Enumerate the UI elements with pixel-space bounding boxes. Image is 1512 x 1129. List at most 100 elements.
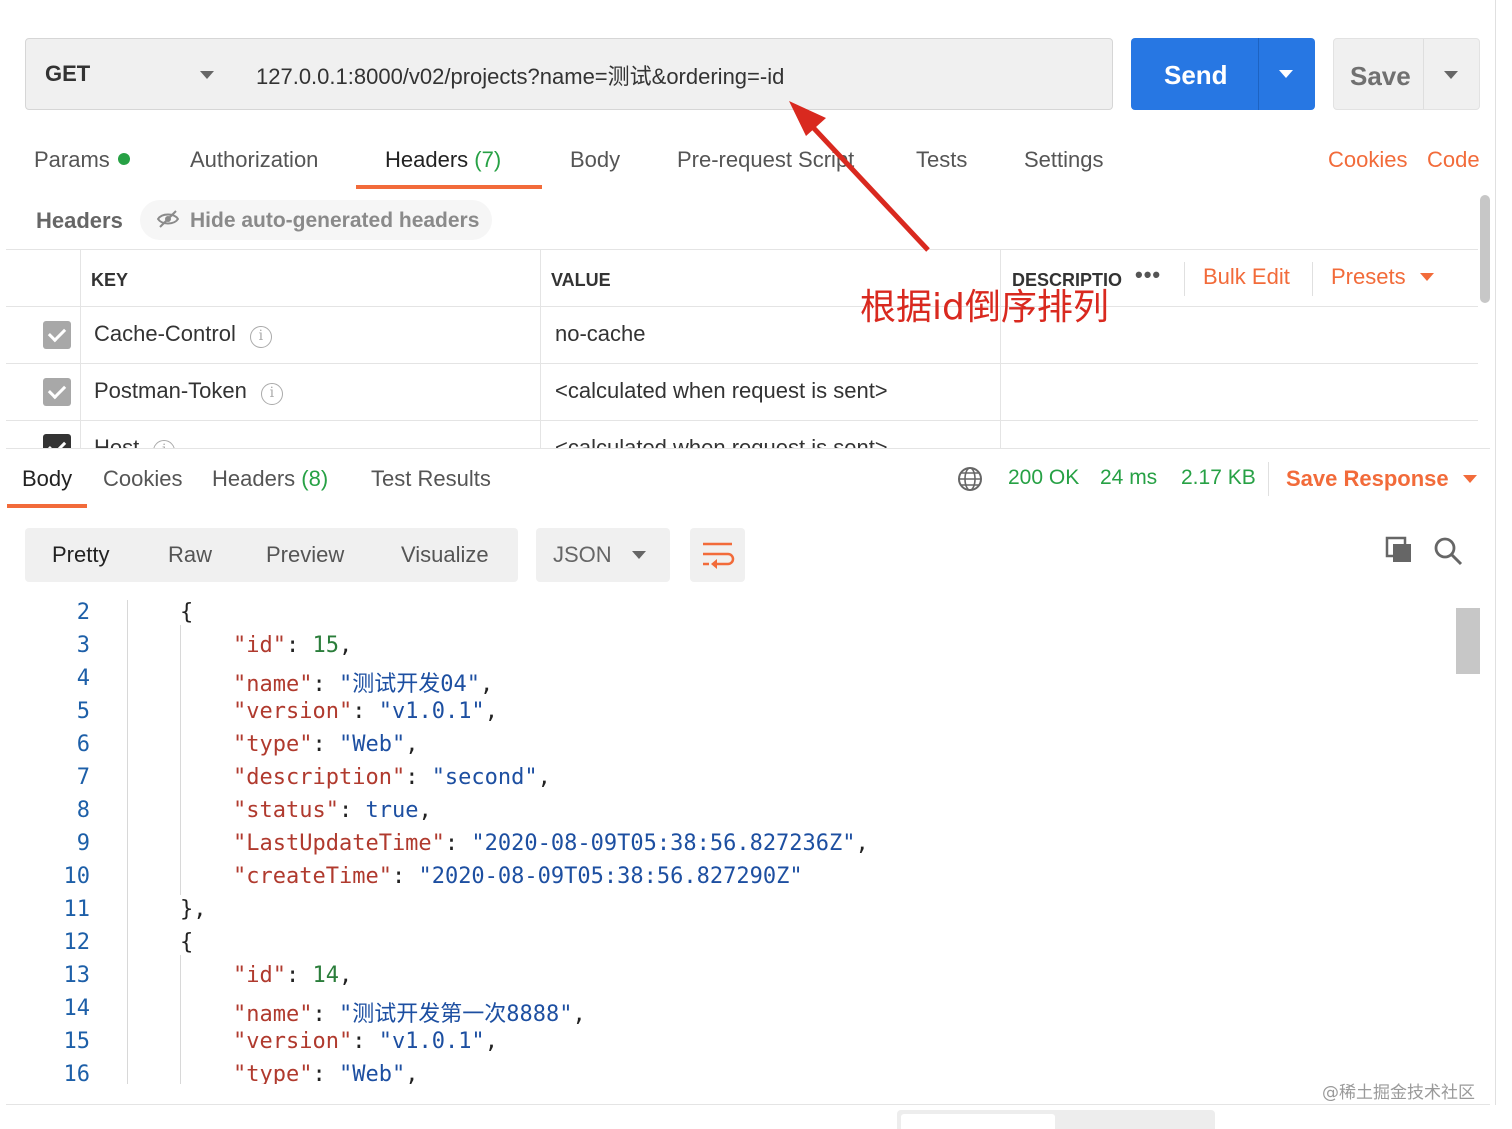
code-line: "type": "Web", <box>233 1062 418 1084</box>
active-tab-indicator <box>356 185 542 189</box>
tab-label: Tests <box>916 147 968 172</box>
json-value: "2020-08-09T05:38:56.827236Z" <box>471 831 856 856</box>
method-select[interactable]: GET <box>25 38 237 110</box>
table-row[interactable]: Host i <calculated when request is sent> <box>6 421 1478 448</box>
chevron-down-icon <box>632 551 646 559</box>
format-label: JSON <box>553 542 612 567</box>
json-key: "description" <box>233 765 406 790</box>
tab-label: Settings <box>1024 147 1104 172</box>
view-raw[interactable]: Raw <box>168 542 212 568</box>
code-line: "id": 15, <box>233 633 353 658</box>
search-icon[interactable] <box>1433 536 1463 566</box>
response-tab-body[interactable]: Body <box>22 466 72 492</box>
send-divider <box>1258 38 1259 110</box>
cookies-link[interactable]: Cookies <box>1328 147 1407 173</box>
line-number: 11 <box>63 897 91 922</box>
tab-count: (8) <box>301 466 329 491</box>
json-value: "v1.0.1" <box>378 699 485 724</box>
line-number: 3 <box>76 633 90 658</box>
tab-headers[interactable]: Headers (7) <box>385 147 501 173</box>
response-size[interactable]: 2.17 KB <box>1181 466 1256 490</box>
scrollbar-thumb[interactable] <box>1456 608 1480 674</box>
json-key: "LastUpdateTime" <box>233 831 445 856</box>
code-scrollbar[interactable] <box>1456 600 1480 1084</box>
chevron-down-icon[interactable] <box>1279 70 1293 78</box>
header-value[interactable]: <calculated when request is sent> <box>555 378 888 404</box>
table-row[interactable]: Cache-Control i no-cache <box>6 307 1478 364</box>
chevron-down-icon[interactable] <box>1444 71 1458 79</box>
response-tab-test-results[interactable]: Test Results <box>371 466 491 492</box>
json-value: "测试开发第一次8888" <box>338 1002 573 1027</box>
row-checkbox[interactable] <box>43 321 71 349</box>
json-key: "createTime" <box>233 864 392 889</box>
header-key-text: Postman-Token <box>94 378 247 403</box>
row-checkbox[interactable] <box>43 378 71 406</box>
header-value[interactable]: <calculated when request is sent> <box>555 435 888 448</box>
code-line: "type": "Web", <box>233 732 419 757</box>
json-value: "Web" <box>338 732 406 757</box>
send-button[interactable]: Send <box>1131 38 1315 110</box>
info-icon[interactable]: i <box>249 326 272 348</box>
line-number: 16 <box>63 1062 91 1084</box>
header-key: Postman-Token i <box>94 378 283 405</box>
response-tab-headers[interactable]: Headers (8) <box>212 466 328 492</box>
more-options-icon[interactable]: ••• <box>1135 262 1161 288</box>
build-toggle-active[interactable] <box>901 1114 1055 1129</box>
globe-icon[interactable] <box>957 466 983 492</box>
url-input[interactable]: 127.0.0.1:8000/v02/projects?name=测试&orde… <box>236 38 1113 110</box>
save-button[interactable]: Save <box>1333 38 1480 110</box>
tab-settings[interactable]: Settings <box>1024 147 1104 173</box>
response-body-viewer[interactable]: 2 3 4 5 6 7 8 9 10 11 12 13 14 15 16 { "… <box>25 600 1455 1084</box>
tab-pre-request-script[interactable]: Pre-request Script <box>677 147 854 173</box>
save-response-dropdown[interactable]: Save Response <box>1286 466 1477 492</box>
code-line: "name": "测试开发第一次8888", <box>233 1002 586 1027</box>
json-value: 14 <box>312 963 339 988</box>
gutter-divider <box>127 600 128 1084</box>
tab-authorization[interactable]: Authorization <box>190 147 318 173</box>
build-browse-toggle[interactable] <box>897 1110 1215 1129</box>
line-number: 10 <box>63 864 91 889</box>
code-link[interactable]: Code <box>1427 147 1480 173</box>
line-number: 14 <box>63 996 91 1021</box>
tab-label: Headers <box>212 466 296 491</box>
tab-params[interactable]: Params <box>34 147 130 173</box>
headers-scrollbar[interactable] <box>1480 195 1490 303</box>
json-value: "测试开发04" <box>338 672 480 697</box>
json-brace: }, <box>180 897 207 922</box>
header-value[interactable]: no-cache <box>555 321 646 347</box>
presets-dropdown[interactable]: Presets <box>1331 264 1434 290</box>
json-key: "type" <box>233 1062 313 1084</box>
json-key: "id" <box>233 633 286 658</box>
wrap-lines-button[interactable] <box>690 528 745 582</box>
hide-auto-generated-button[interactable]: Hide auto-generated headers <box>140 200 492 240</box>
tab-label: Authorization <box>190 147 319 172</box>
column-key: KEY <box>91 270 129 290</box>
tab-body[interactable]: Body <box>570 147 620 173</box>
tab-label: Body <box>570 147 621 172</box>
view-pretty[interactable]: Pretty <box>52 542 109 568</box>
indent-guide <box>180 955 181 1084</box>
response-tab-cookies[interactable]: Cookies <box>103 466 182 492</box>
bulk-edit-link[interactable]: Bulk Edit <box>1203 264 1290 290</box>
column-value: VALUE <box>551 270 611 290</box>
info-icon[interactable]: i <box>153 440 176 448</box>
json-key: "name" <box>233 672 313 697</box>
copy-icon[interactable] <box>1385 536 1413 564</box>
table-row[interactable]: Postman-Token i <calculated when request … <box>6 364 1478 421</box>
view-visualize[interactable]: Visualize <box>401 542 489 568</box>
tab-label: Pre-request Script <box>677 147 855 172</box>
row-checkbox[interactable] <box>43 434 71 448</box>
header-key: Host i <box>94 435 176 448</box>
chevron-down-icon <box>1462 475 1477 483</box>
status-code[interactable]: 200 OK <box>1008 466 1079 490</box>
line-number: 15 <box>63 1029 91 1054</box>
status-bar <box>6 1104 1490 1129</box>
json-key: "name" <box>233 1002 313 1027</box>
tab-tests[interactable]: Tests <box>916 147 967 173</box>
info-icon[interactable]: i <box>260 383 283 405</box>
response-time[interactable]: 24 ms <box>1100 466 1157 490</box>
format-select[interactable]: JSON <box>536 528 670 582</box>
json-key: "status" <box>233 798 339 823</box>
view-preview[interactable]: Preview <box>266 542 344 568</box>
view-mode-group: Pretty Raw Preview Visualize <box>25 528 518 582</box>
